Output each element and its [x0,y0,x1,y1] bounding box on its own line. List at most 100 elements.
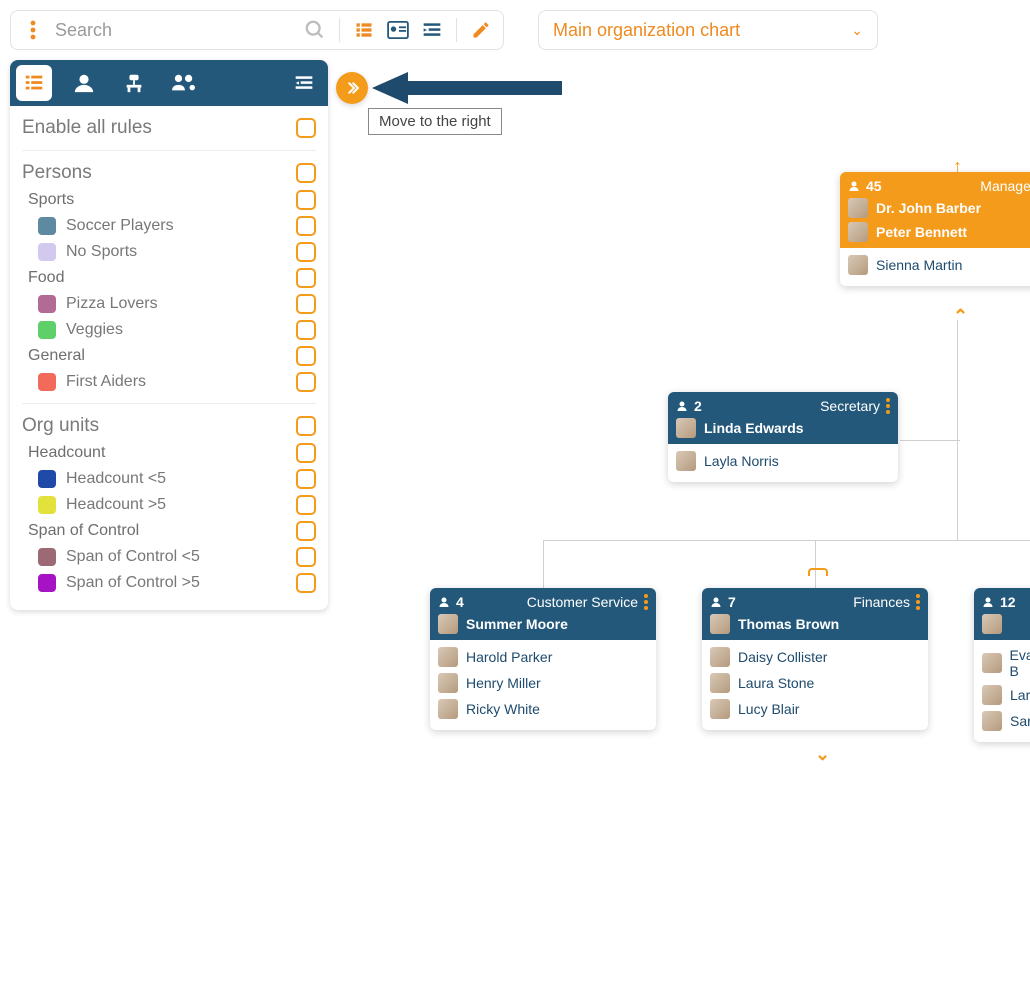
staff-name: Sienna Martin [876,257,962,273]
group-row[interactable]: Sports [22,187,316,213]
checkbox[interactable] [296,547,316,567]
enable-all-row[interactable]: Enable all rules [22,114,316,142]
checkbox[interactable] [296,163,316,183]
node-role: Management [980,178,1030,194]
rule-label: Pizza Lovers [66,295,158,313]
rule-label: Span of Control <5 [66,548,200,566]
search-box[interactable] [10,10,504,50]
chart-selector-dropdown[interactable]: Main organization chart ⌄ [538,10,878,50]
orgunits-section[interactable]: Org units [22,412,316,440]
checkbox[interactable] [296,443,316,463]
checkbox[interactable] [296,242,316,262]
checkbox[interactable] [296,573,316,593]
group-title: Food [22,269,64,287]
view-list-icon[interactable] [350,16,378,44]
manager-name: Summer Moore [466,616,568,632]
avatar [982,685,1002,705]
group-row[interactable]: General [22,343,316,369]
avatar [438,673,458,693]
tab-rules[interactable] [16,65,52,101]
checkbox[interactable] [296,521,316,541]
avatar [438,647,458,667]
search-icon[interactable] [301,16,329,44]
checkbox[interactable] [296,294,316,314]
checkbox[interactable] [296,372,316,392]
connector [900,440,960,441]
node-management[interactable]: 45 Management Dr. John Barber Peter Benn… [840,172,1030,286]
node-secretary[interactable]: 2 Secretary Linda Edwards Layla Norris [668,392,898,482]
group-title: Sports [22,191,74,209]
checkbox[interactable] [296,268,316,288]
collapse-list-icon[interactable] [286,65,322,101]
indent-list-icon[interactable] [418,16,446,44]
color-swatch [38,373,56,391]
node-menu-icon[interactable] [644,594,648,610]
rule-item[interactable]: Headcount >5 [22,492,316,518]
divider [22,150,316,151]
manager-name: Dr. John Barber [876,200,981,216]
staff-name: Daisy Collister [738,649,827,665]
divider [339,18,340,42]
rule-item[interactable]: Headcount <5 [22,466,316,492]
org-chart-canvas[interactable]: ↑ ⌃ ⌄ 45 Management Dr. John Barber Pete… [330,60,1030,985]
rule-item[interactable]: Span of Control >5 [22,570,316,596]
rule-label: Veggies [66,321,123,339]
section-title: Org units [22,415,99,437]
node-role: Secretary [820,398,880,414]
divider [22,403,316,404]
persons-section[interactable]: Persons [22,159,316,187]
edit-icon[interactable] [467,16,495,44]
checkbox[interactable] [296,118,316,138]
node-count: 4 [456,594,464,610]
checkbox[interactable] [296,320,316,340]
node-partial[interactable]: 12 Eva B Larry Sara [974,588,1030,742]
group-row[interactable]: Food [22,265,316,291]
rule-item[interactable]: First Aiders [22,369,316,395]
node-menu-icon[interactable] [886,398,890,414]
connector [957,320,958,540]
collapse-up-icon[interactable]: ⌃ [953,306,968,327]
avatar [848,222,868,242]
rule-item[interactable]: Pizza Lovers [22,291,316,317]
group-row[interactable]: Headcount [22,440,316,466]
search-input[interactable] [53,19,295,42]
rule-item[interactable]: No Sports [22,239,316,265]
checkbox[interactable] [296,216,316,236]
card-icon[interactable] [384,16,412,44]
group-row[interactable]: Span of Control [22,518,316,544]
divider [456,18,457,42]
checkbox[interactable] [296,416,316,436]
node-customer-service[interactable]: 4 Customer Service Summer Moore Harold P… [430,588,656,730]
node-finances[interactable]: 7 Finances Thomas Brown Daisy Collister … [702,588,928,730]
avatar [676,418,696,438]
group-title: Headcount [22,444,105,462]
rule-item[interactable]: Soccer Players [22,213,316,239]
checkbox[interactable] [296,469,316,489]
color-swatch [38,496,56,514]
avatar [848,255,868,275]
color-swatch [38,243,56,261]
group-title: Span of Control [22,522,139,540]
rule-item[interactable]: Veggies [22,317,316,343]
staff-name: Henry Miller [466,675,541,691]
checkbox[interactable] [296,190,316,210]
tab-person[interactable] [66,65,102,101]
collapse-down-icon[interactable]: ⌄ [815,744,830,765]
tab-group[interactable] [166,65,202,101]
rule-item[interactable]: Span of Control <5 [22,544,316,570]
staff-name: Lucy Blair [738,701,799,717]
checkbox[interactable] [296,346,316,366]
tab-position[interactable] [116,65,152,101]
section-title: Persons [22,162,92,184]
rules-panel: Enable all rules Persons Sports Soccer Pla… [10,60,328,610]
checkbox[interactable] [296,495,316,515]
avatar [676,451,696,471]
staff-name: Ricky White [466,701,540,717]
menu-dots-icon[interactable] [19,16,47,44]
connector [543,540,1030,541]
node-menu-icon[interactable] [916,594,920,610]
rule-label: Span of Control >5 [66,574,200,592]
connector [543,540,544,588]
color-swatch [38,321,56,339]
node-role: Finances [853,594,910,610]
